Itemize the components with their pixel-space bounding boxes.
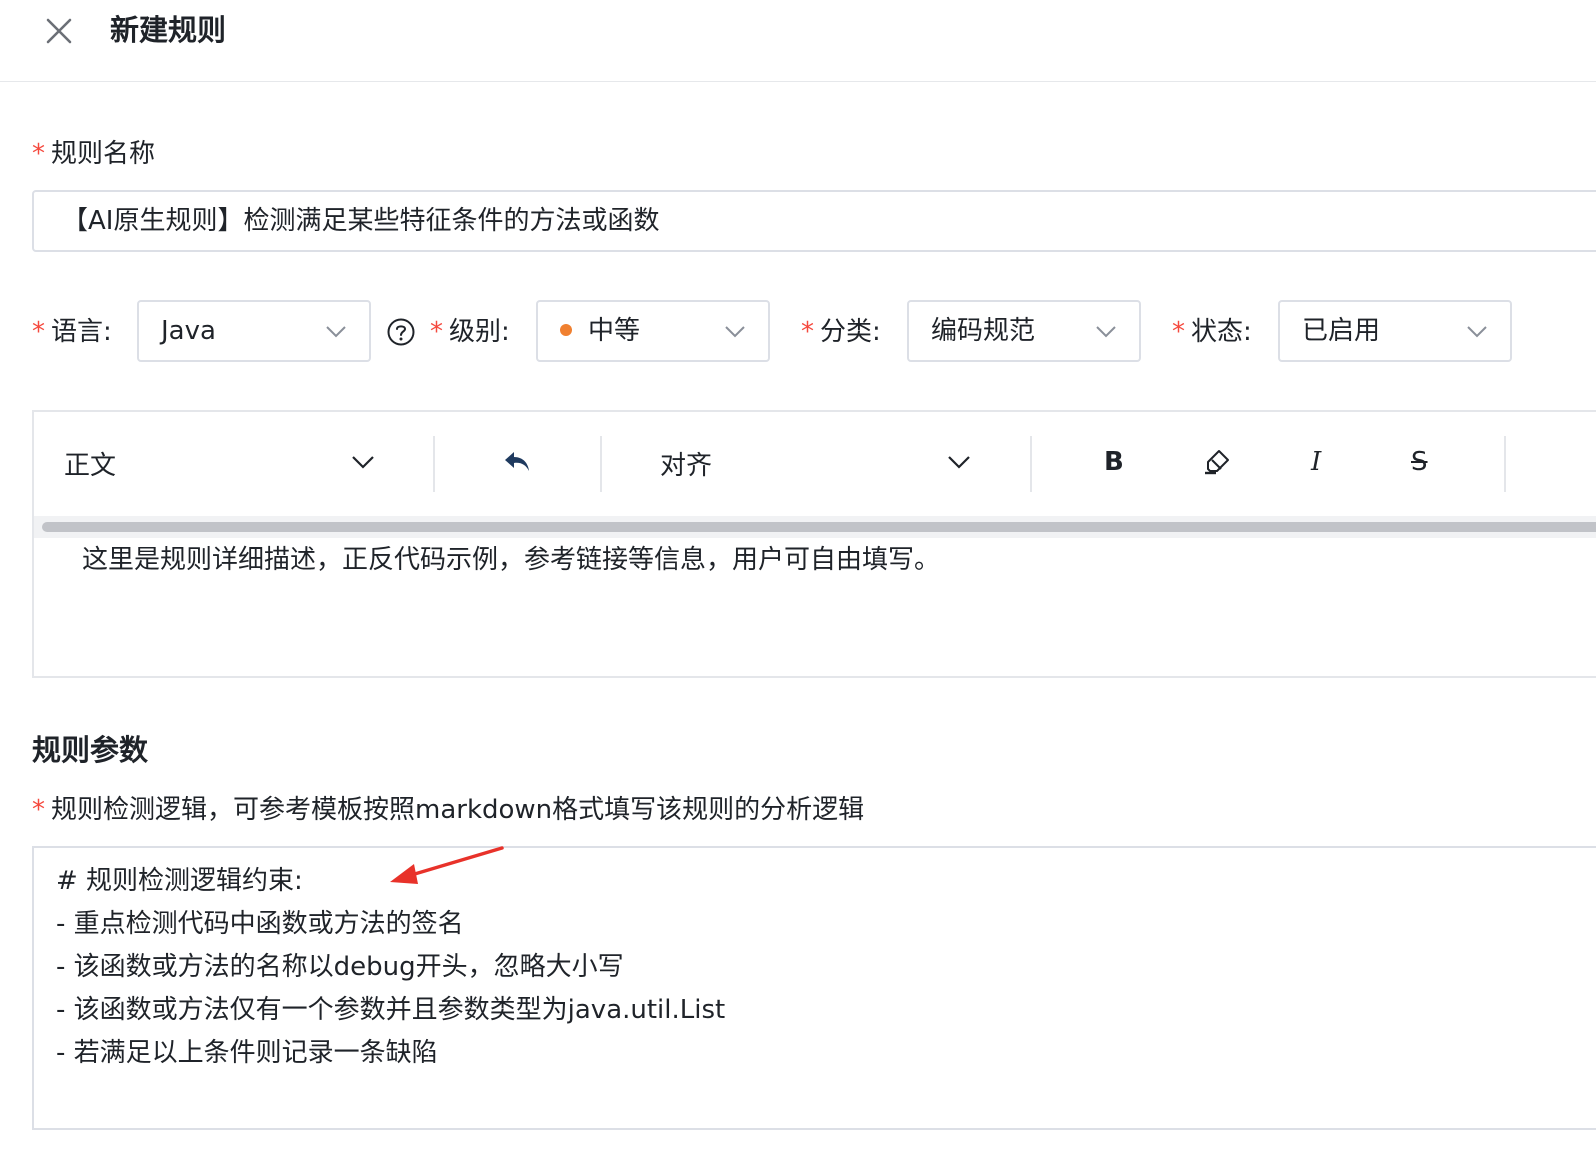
chevron-down-icon <box>1096 326 1116 338</box>
editor-toolbar: 正文 对齐 B I S <box>34 412 1596 518</box>
required-mark: * <box>32 795 45 825</box>
level-status-dot <box>560 323 572 336</box>
level-select-value: 中等 <box>588 316 641 346</box>
rule-name-input[interactable]: 【AI原生规则】检测满足某些特征条件的方法或函数 <box>32 190 1596 252</box>
logic-line: # 规则检测逻辑约束: <box>56 866 303 896</box>
chevron-down-icon[interactable] <box>350 449 376 475</box>
rule-params-title: 规则参数 <box>32 733 149 767</box>
language-select-value: Java <box>161 316 216 346</box>
status-select[interactable]: 已启用 <box>1278 300 1512 362</box>
close-button[interactable] <box>40 12 78 50</box>
logic-label: * 规则检测逻辑，可参考模板按照markdown格式填写该规则的分析逻辑 <box>32 795 865 825</box>
chevron-down-icon <box>1467 326 1487 338</box>
logic-line: - 重点检测代码中函数或方法的签名 <box>56 909 464 939</box>
status-label: * 状态: <box>1172 317 1252 347</box>
required-mark: * <box>430 317 443 347</box>
level-select[interactable]: 中等 <box>536 300 770 362</box>
logic-line: - 该函数或方法仅有一个参数并且参数类型为java.util.List <box>56 995 726 1025</box>
toolbar-divider <box>600 436 602 492</box>
page-header: 新建规则 <box>0 0 1596 82</box>
toolbar-scrollbar[interactable] <box>34 516 1596 538</box>
language-select[interactable]: Java <box>137 300 371 362</box>
category-label: * 分类: <box>801 317 881 347</box>
rule-name-label: * 规则名称 <box>32 139 156 169</box>
help-icon[interactable] <box>386 317 416 347</box>
required-mark: * <box>1172 317 1185 347</box>
highlighter-icon[interactable] <box>1202 447 1232 477</box>
align-dropdown[interactable]: 对齐 <box>660 446 712 486</box>
page-title: 新建规则 <box>110 13 227 47</box>
scrollbar-thumb[interactable] <box>42 522 1596 532</box>
level-label: * 级别: <box>430 317 510 347</box>
strikethrough-button[interactable]: S <box>1411 442 1428 482</box>
chevron-down-icon[interactable] <box>946 449 972 475</box>
chevron-down-icon <box>725 326 745 338</box>
toolbar-divider <box>1504 436 1506 492</box>
undo-icon[interactable] <box>502 448 532 478</box>
required-mark: * <box>32 317 45 347</box>
category-select-value: 编码规范 <box>931 316 1036 346</box>
category-select[interactable]: 编码规范 <box>907 300 1141 362</box>
required-mark: * <box>32 139 45 169</box>
annotation-arrow-icon <box>390 846 504 884</box>
logic-line: - 该函数或方法的名称以debug开头，忽略大小写 <box>56 952 624 982</box>
rich-text-editor: 正文 对齐 B I S 这里是规则详细描述，正反代码示例，参考链接等信息，用户可… <box>32 410 1596 678</box>
status-select-value: 已启用 <box>1302 316 1381 346</box>
toolbar-divider <box>433 436 435 492</box>
logic-textarea[interactable]: # 规则检测逻辑约束: - 重点检测代码中函数或方法的签名 - 该函数或方法的名… <box>32 846 1596 1130</box>
close-icon <box>46 18 72 44</box>
italic-button[interactable]: I <box>1311 442 1321 482</box>
editor-content[interactable]: 这里是规则详细描述，正反代码示例，参考链接等信息，用户可自由填写。 <box>82 540 940 580</box>
chevron-down-icon <box>326 326 346 338</box>
required-mark: * <box>801 317 814 347</box>
paragraph-style-dropdown[interactable]: 正文 <box>64 446 116 486</box>
bold-button[interactable]: B <box>1104 442 1124 482</box>
language-label: * 语言: <box>32 317 112 347</box>
toolbar-divider <box>1030 436 1032 492</box>
logic-line: - 若满足以上条件则记录一条缺陷 <box>56 1038 438 1068</box>
